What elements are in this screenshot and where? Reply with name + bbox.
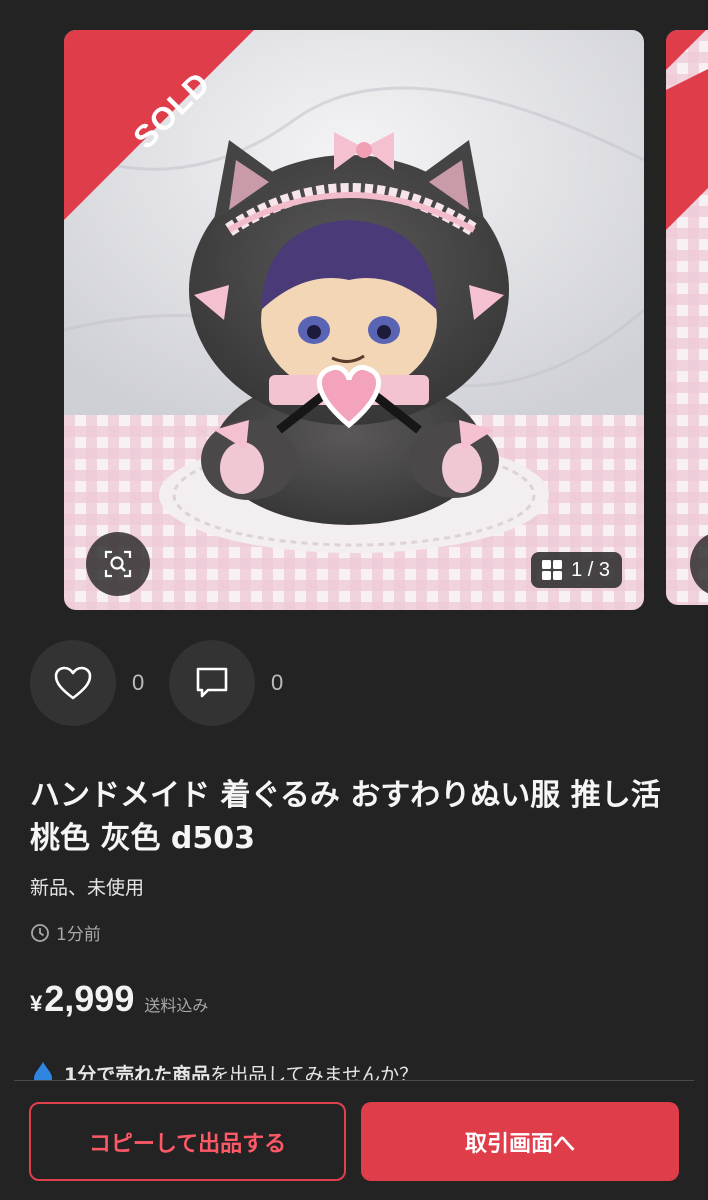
comment-icon [196, 667, 228, 698]
price-row: ¥ 2,999 送料込み [30, 978, 208, 1020]
item-condition: 新品、未使用 [30, 877, 145, 899]
promo-highlight: 1分で売れた商品 [64, 1064, 211, 1080]
currency-symbol: ¥ [30, 991, 43, 1016]
drop-icon [34, 1062, 52, 1080]
next-product-photo [666, 30, 708, 605]
grid-icon [542, 560, 563, 580]
image-counter-text: 1 / 3 [571, 558, 610, 581]
image-carousel[interactable]: SOLD 1 / 3 [0, 0, 708, 640]
item-price: 2,999 [44, 978, 135, 1019]
like-count: 0 [132, 670, 145, 695]
posted-time: 1分前 [30, 920, 101, 945]
bottom-action-bar: コピーして出品する 取引画面へ [0, 1080, 708, 1200]
item-title: ハンドメイド 着ぐるみ おすわりぬい服 推し活 桃色 灰色 d503 [30, 778, 661, 856]
bottom-bar-divider [14, 1080, 694, 1081]
clock-icon [31, 923, 49, 942]
shipping-note: 送料込み [144, 996, 209, 1015]
comment-button[interactable] [169, 640, 255, 726]
posted-time-text: 1分前 [56, 925, 101, 945]
trade-screen-button[interactable]: 取引画面へ [361, 1102, 679, 1181]
comment-count: 0 [271, 670, 284, 695]
promo-text: を出品してみませんか？ [210, 1064, 419, 1080]
copy-listing-button[interactable]: コピーして出品する [29, 1102, 346, 1181]
heart-icon [54, 666, 92, 700]
image-counter[interactable]: 1 / 3 [531, 552, 622, 588]
product-photo-slide[interactable]: SOLD 1 / 3 [64, 30, 644, 610]
promo-banner[interactable]: 1分で売れた商品を出品してみませんか？ [30, 1060, 690, 1080]
action-row: 0 0 [30, 640, 308, 726]
zoom-search-icon [104, 550, 132, 578]
next-photo-slide[interactable] [666, 30, 708, 605]
like-button[interactable] [30, 640, 116, 726]
zoom-button[interactable] [86, 532, 150, 596]
